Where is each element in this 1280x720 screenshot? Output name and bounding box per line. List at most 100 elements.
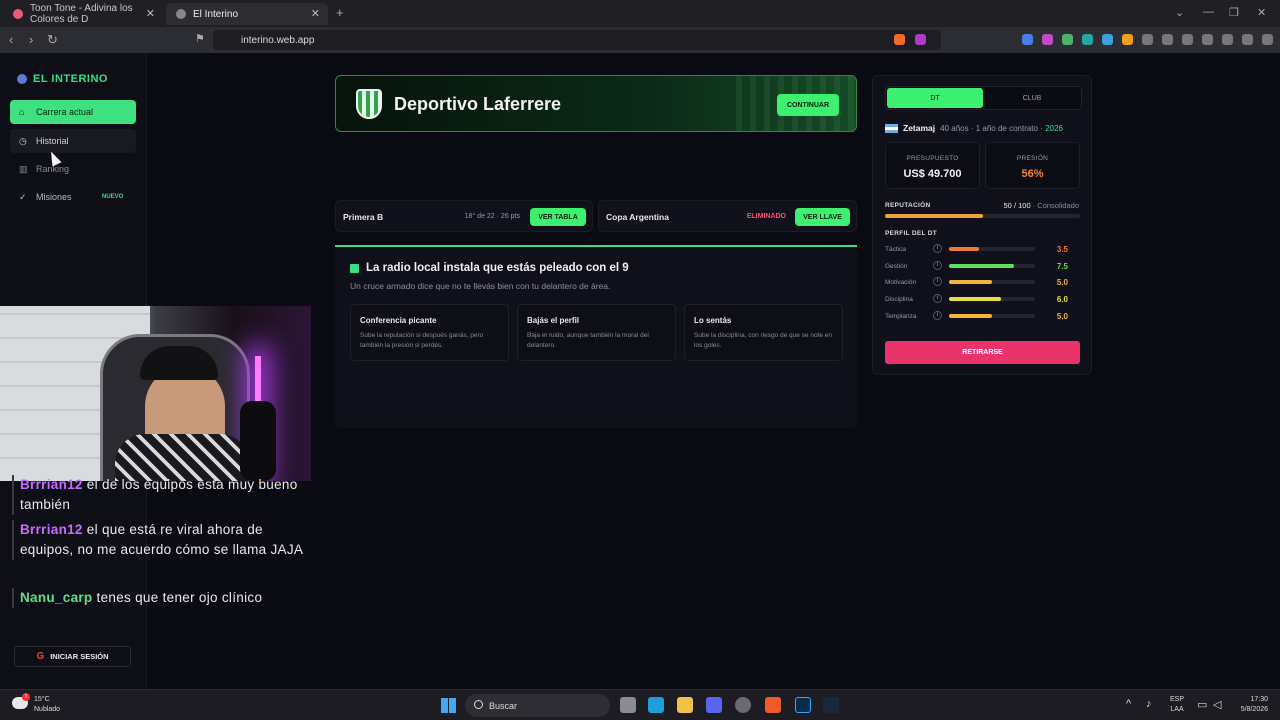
brave-rewards-icon[interactable] <box>915 34 926 45</box>
retire-button[interactable]: RETIRARSE <box>885 341 1080 364</box>
reputation-score: 50 / 100 <box>1003 201 1031 210</box>
weather-temp: 15°C <box>34 696 50 703</box>
play-icon[interactable] <box>1122 34 1133 45</box>
discord-icon[interactable] <box>706 697 722 713</box>
club-name: Deportivo Laferrere <box>394 94 562 114</box>
file-explorer-icon[interactable] <box>677 697 693 713</box>
brave-icon[interactable] <box>765 697 781 713</box>
input-language[interactable]: ESP LAA <box>1170 695 1184 715</box>
bookmark-icon[interactable]: ⚑ <box>195 32 205 45</box>
tab-list-icon[interactable]: ⌄ <box>1175 6 1184 19</box>
browser-tab-toontone[interactable]: Toon Tone - Adivina los Colores de D ✕ <box>3 3 163 25</box>
extension-icon[interactable] <box>1022 34 1033 45</box>
competition-name: Primera B <box>343 212 384 222</box>
extension-icon[interactable] <box>1042 34 1053 45</box>
view-bracket-button[interactable]: VER LLAVE <box>795 208 850 226</box>
windows-start-icon[interactable] <box>441 698 456 713</box>
option-title: Bajás el perfil <box>527 316 580 325</box>
back-icon[interactable]: ‹ <box>9 32 13 47</box>
attribute-row: Motivación i 5.0 <box>885 277 1080 289</box>
info-icon[interactable]: i <box>933 294 942 304</box>
network-icon[interactable]: ▭ <box>1197 698 1207 711</box>
menu-icon[interactable] <box>1262 34 1273 45</box>
info-icon[interactable]: i <box>933 244 942 253</box>
manager-panel: DT CLUB Zetamaj 40 años · 1 año de contr… <box>872 75 1092 375</box>
maximize-icon[interactable]: ❐ <box>1229 6 1239 19</box>
vpn-icon[interactable] <box>1242 34 1253 45</box>
address-bar[interactable]: interino.web.app <box>213 30 941 50</box>
info-icon[interactable]: i <box>933 260 942 270</box>
attribute-row: Gestión i 7.5 <box>885 260 1080 273</box>
edge-icon[interactable] <box>648 697 664 713</box>
taskbar-search[interactable]: Buscar <box>465 694 610 717</box>
login-button[interactable]: G INICIAR SESIÓN <box>14 646 131 667</box>
music-icon[interactable] <box>1162 34 1173 45</box>
option-desc: Baja el ruido, aunque también la moral d… <box>527 332 649 349</box>
close-window-icon[interactable]: ✕ <box>1257 6 1266 19</box>
sidebar-icon[interactable] <box>1182 34 1193 45</box>
browser-tab-interino[interactable]: El Interino ✕ <box>166 3 328 25</box>
club-banner: Deportivo Laferrere CONTINUAR <box>335 75 857 132</box>
sidebar-item-label: Misiones <box>36 192 72 202</box>
manager-info: Zetamaj 40 años · 1 año de contrato · 20… <box>885 123 1063 133</box>
brand[interactable]: EL INTERINO <box>17 73 108 85</box>
event-option-bajas-perfil[interactable]: Bajás el perfil Baja el ruido, aunque ta… <box>517 304 676 361</box>
attribute-row: Templanza i 5.0 <box>885 310 1080 323</box>
microphone-icon[interactable]: ♪ <box>1146 698 1152 710</box>
minimize-icon[interactable]: — <box>1203 6 1214 18</box>
check-circle-icon: ✓ <box>19 192 27 202</box>
extension-icon[interactable] <box>1082 34 1093 45</box>
info-icon[interactable]: i <box>933 310 942 320</box>
tab-club[interactable]: CLUB <box>984 88 1080 108</box>
reload-icon[interactable]: ↻ <box>47 32 58 48</box>
volume-icon[interactable]: ◁ <box>1213 698 1221 711</box>
budget-card: PRESUPUESTO US$ 49.700 <box>885 142 980 189</box>
attribute-value: 5.0 <box>1056 311 1068 321</box>
brave-shield-icon[interactable] <box>894 34 905 45</box>
extension-icon[interactable] <box>1062 34 1073 45</box>
webcam-overlay <box>0 306 311 481</box>
home-icon: ⌂ <box>19 107 25 117</box>
bar-chart-icon: ▥ <box>19 164 28 174</box>
clock[interactable]: 17:30 5/8/2026 <box>1232 695 1268 715</box>
steam-icon[interactable] <box>823 697 839 713</box>
option-title: Conferencia picante <box>360 316 437 325</box>
globe-icon <box>176 9 186 19</box>
extension-icon[interactable] <box>1102 34 1113 45</box>
profile-label: PERFIL DEL DT <box>885 230 938 237</box>
tab-title: Toon Tone - Adivina los Colores de D <box>30 3 133 25</box>
forward-icon[interactable]: › <box>29 32 33 47</box>
task-view-icon[interactable] <box>620 697 636 713</box>
weather-widget[interactable]: 1 15°C Nublado <box>12 693 60 715</box>
manager-details: 40 años · 1 año de contrato · <box>940 123 1043 133</box>
league-position: 18° de 22 · 26 pts <box>464 213 520 220</box>
event-option-lo-sentas[interactable]: Lo sentás Sube la disciplina, con riesgo… <box>684 304 843 361</box>
view-table-button[interactable]: VER TABLA <box>530 208 586 226</box>
attribute-name: Templanza <box>885 312 917 320</box>
wallet-icon[interactable] <box>1202 34 1213 45</box>
chat-message: Brrrian12 el de los equipos esta muy bue… <box>12 475 307 515</box>
attribute-row: Táctica i 3.5 <box>885 244 1080 256</box>
attribute-row: Disciplina i 6.0 <box>885 294 1080 306</box>
sidebar-item-ranking[interactable]: ▥ Ranking <box>10 157 136 181</box>
obs-icon[interactable] <box>735 697 751 713</box>
chat-username: Brrrian12 <box>20 477 83 492</box>
event-option-conferencia[interactable]: Conferencia picante Sube la reputación s… <box>350 304 509 361</box>
close-tab-icon[interactable]: ✕ <box>146 7 155 20</box>
close-tab-icon[interactable]: ✕ <box>311 7 320 20</box>
leo-icon[interactable] <box>1222 34 1233 45</box>
attribute-name: Motivación <box>885 279 917 287</box>
photoshop-icon[interactable] <box>795 697 811 713</box>
tray-chevron-icon[interactable]: ^ <box>1126 698 1131 710</box>
new-tab-button[interactable]: + <box>336 5 344 20</box>
tab-dt[interactable]: DT <box>887 88 983 108</box>
puzzle-icon[interactable] <box>1142 34 1153 45</box>
sidebar-item-historial[interactable]: ◷ Historial <box>10 129 136 153</box>
sidebar-item-carrera[interactable]: ⌂ Carrera actual <box>10 100 136 124</box>
event-title: La radio local instala que estás peleado… <box>350 262 629 274</box>
info-icon[interactable]: i <box>933 277 942 287</box>
continue-button[interactable]: CONTINUAR <box>777 94 839 116</box>
attribute-name: Disciplina <box>885 296 913 304</box>
sidebar-item-misiones[interactable]: ✓ Misiones NUEVO <box>10 185 136 209</box>
attribute-value: 6.0 <box>1056 295 1068 305</box>
